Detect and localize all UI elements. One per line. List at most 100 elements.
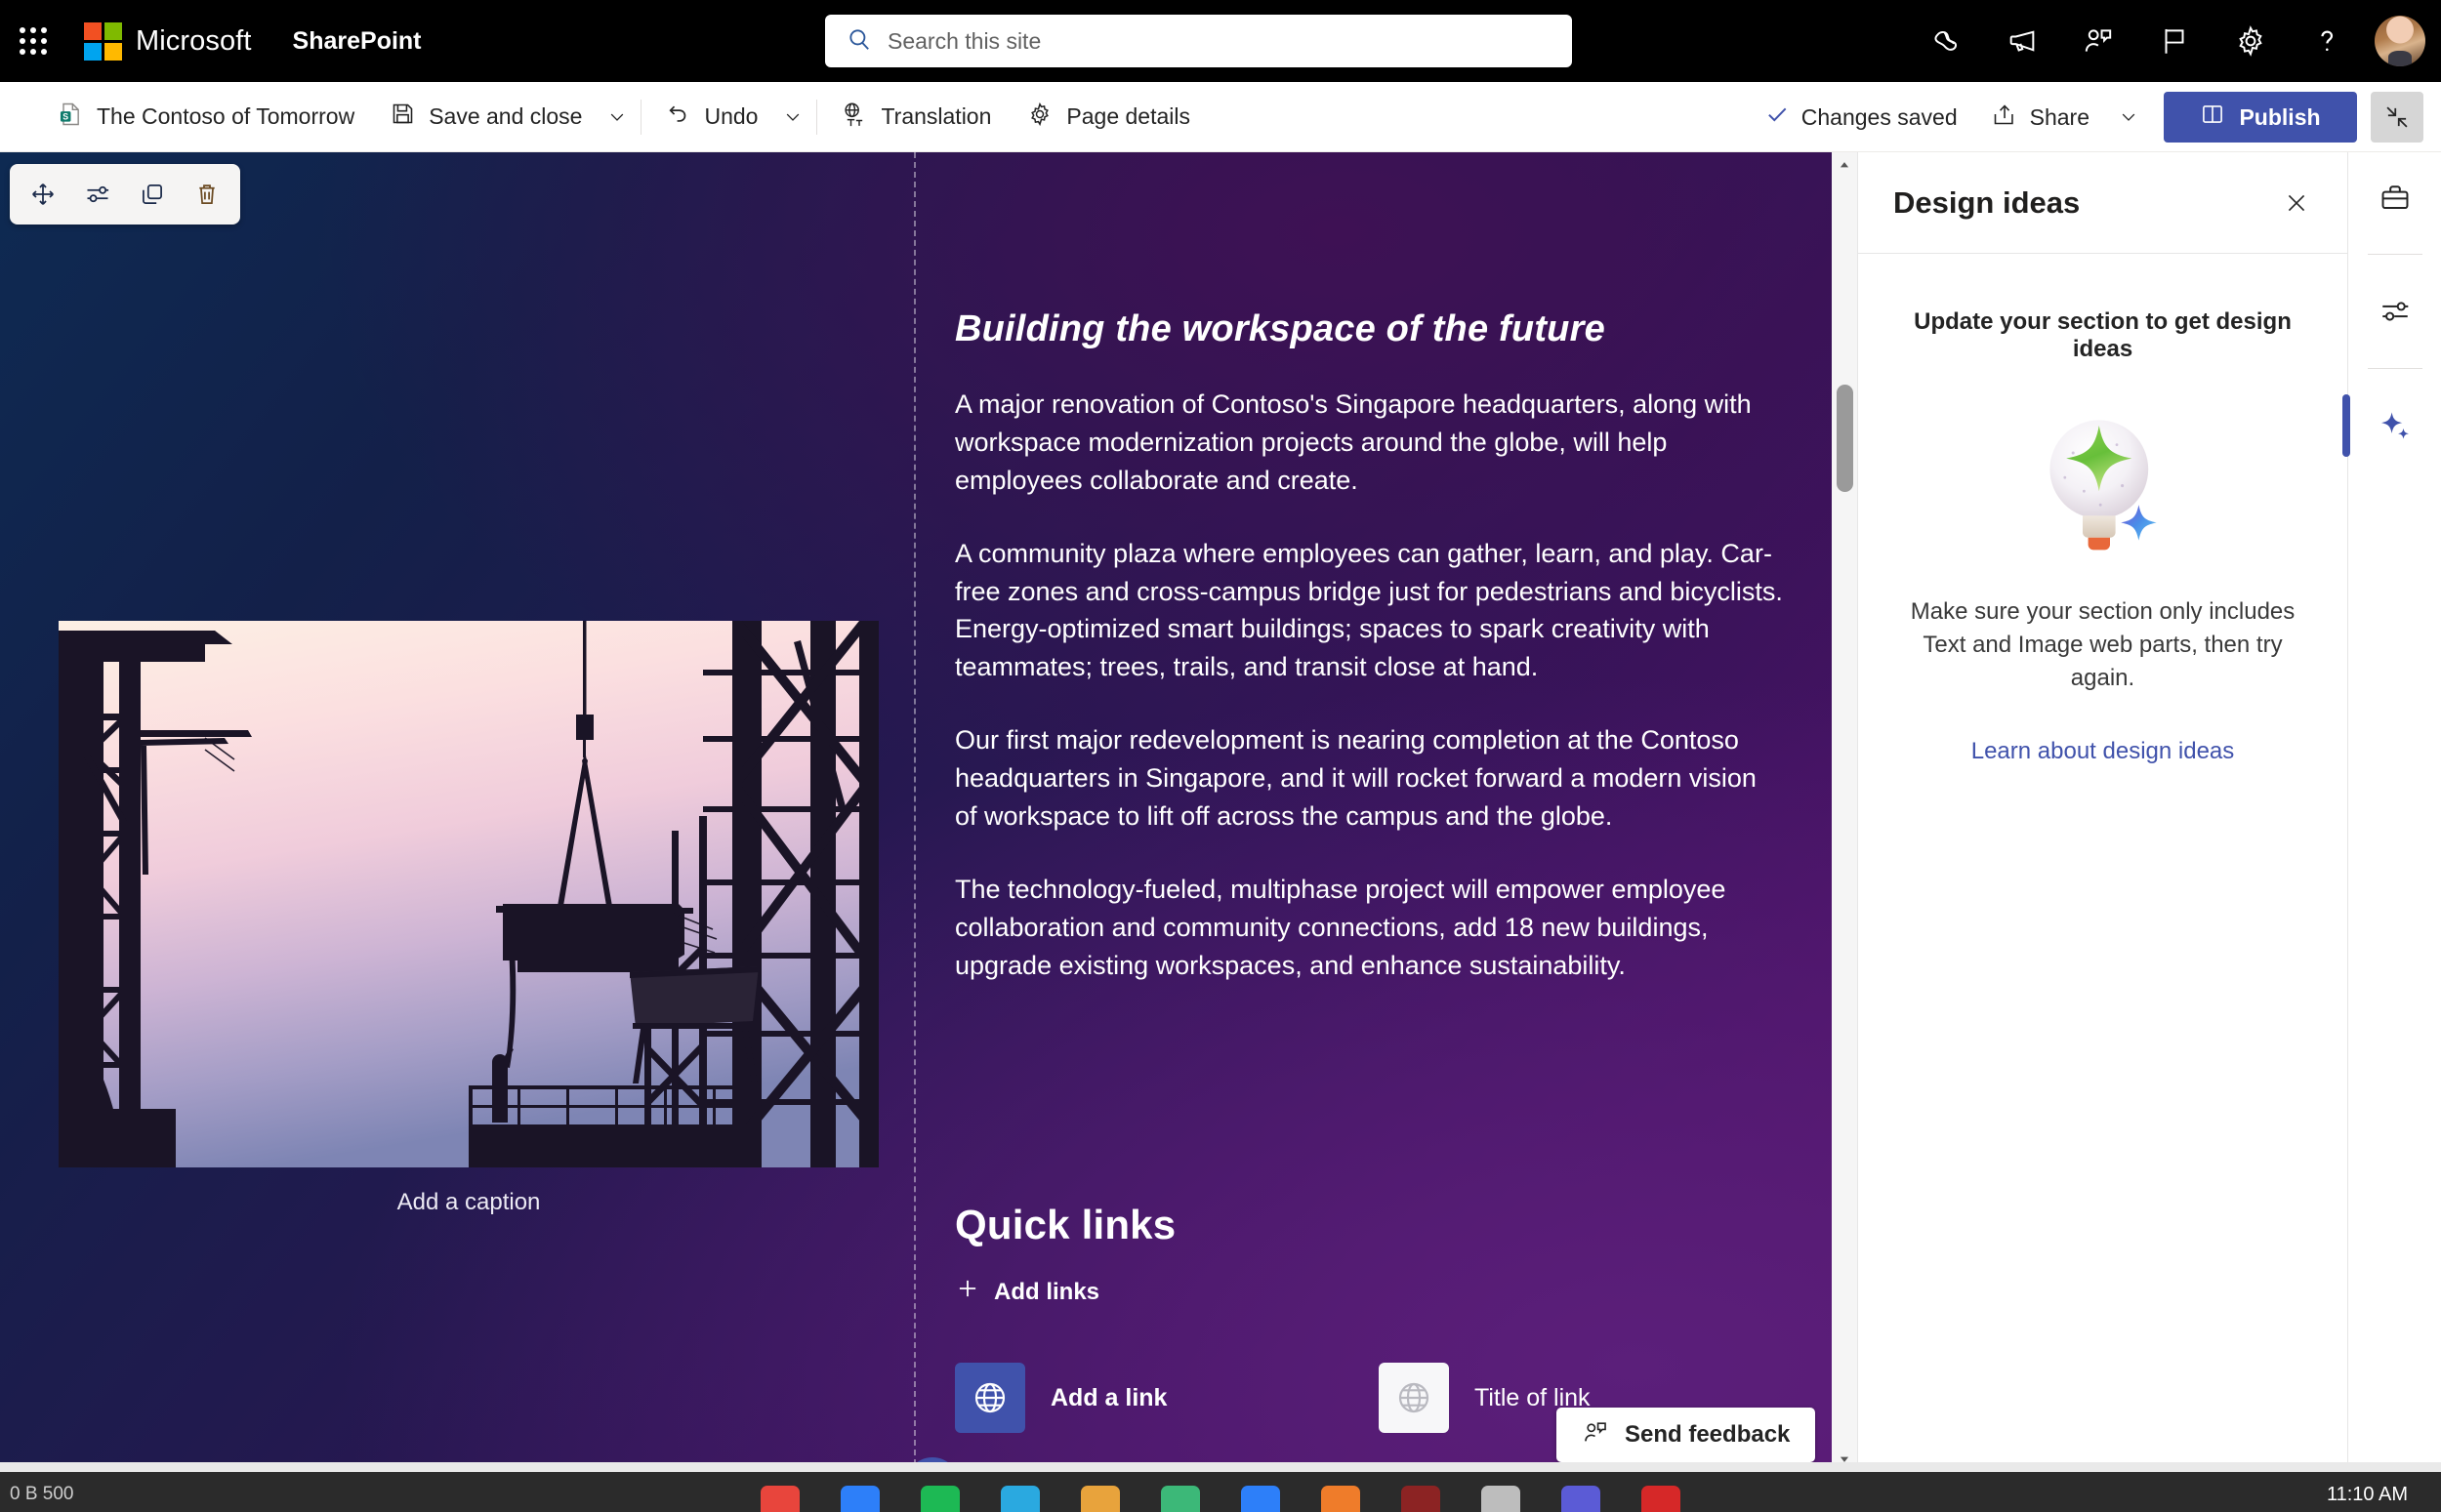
construction-photo (59, 621, 879, 1167)
text-paragraph: The technology-fueled, multiphase projec… (955, 874, 1726, 980)
page-bottom-edge (0, 1462, 2441, 1472)
taskbar-app-icon[interactable] (1321, 1486, 1360, 1512)
undo-icon (665, 101, 691, 133)
scrollbar-thumb[interactable] (1837, 385, 1853, 492)
help-icon[interactable] (2289, 0, 2365, 82)
brand-label: Microsoft (136, 24, 252, 57)
taskbar-app-icon[interactable] (1641, 1486, 1680, 1512)
avatar[interactable] (2375, 16, 2425, 66)
taskbar-app-icon[interactable] (761, 1486, 800, 1512)
send-feedback-label: Send feedback (1625, 1421, 1791, 1448)
share-icon (1991, 102, 2017, 134)
duplicate-web-part-button[interactable] (131, 173, 174, 216)
image-web-part[interactable]: Add a caption (59, 621, 879, 1216)
taskbar-clock[interactable]: 11:10 AM (2327, 1484, 2408, 1506)
copilot-icon[interactable] (1908, 0, 1984, 82)
delete-web-part-button[interactable] (186, 173, 228, 216)
taskbar-app-icon[interactable] (1561, 1486, 1600, 1512)
page-canvas: Add a caption Building the workspace of … (0, 152, 1857, 1472)
check-icon (1764, 102, 1790, 133)
windows-taskbar: 0 B 500 11:10 AM (0, 1472, 2441, 1512)
flag-icon[interactable] (2136, 0, 2213, 82)
app-name-label[interactable]: SharePoint (252, 27, 422, 56)
taskbar-icon-group (761, 1472, 1680, 1512)
taskbar-status-text: 0 B 500 (10, 1484, 74, 1504)
command-bar: S The Contoso of Tomorrow Save and close… (0, 82, 2441, 152)
share-options-chevron-down-icon[interactable] (2109, 91, 2148, 143)
text-paragraph: A major renovation of Contoso's Singapor… (955, 389, 1752, 495)
taskbar-app-icon[interactable] (921, 1486, 960, 1512)
scroll-up-arrow-icon[interactable] (1832, 152, 1857, 178)
taskbar-app-icon[interactable] (1001, 1486, 1040, 1512)
page-details-button[interactable]: Page details (1011, 91, 1206, 143)
taskbar-app-icon[interactable] (841, 1486, 880, 1512)
editor-right-rail (2342, 152, 2441, 1472)
edit-web-part-button[interactable] (76, 173, 119, 216)
collapse-ribbon-button[interactable] (2371, 92, 2423, 143)
rail-divider (2367, 368, 2422, 369)
sparkle-icon[interactable] (2342, 381, 2441, 470)
save-and-close-label: Save and close (429, 103, 583, 129)
save-icon (390, 101, 416, 133)
gear-icon[interactable] (2213, 0, 2289, 82)
taskbar-app-icon[interactable] (1481, 1486, 1520, 1512)
quick-link-item[interactable]: Add a link (955, 1363, 1379, 1433)
design-ideas-title: Design ideas (1893, 184, 2081, 220)
toolbox-icon[interactable] (2348, 152, 2441, 242)
globe-icon (955, 1363, 1025, 1433)
search-icon (847, 26, 872, 57)
publish-label: Publish (2239, 103, 2321, 130)
rail-divider (2367, 254, 2422, 255)
undo-button[interactable]: Undo (649, 91, 773, 143)
page-title-button[interactable]: S The Contoso of Tomorrow (41, 91, 370, 143)
save-options-chevron-down-icon[interactable] (598, 91, 637, 143)
text-heading: Building the workspace of the future (955, 308, 1605, 349)
page-details-label: Page details (1066, 103, 1190, 129)
share-label: Share (2029, 103, 2089, 130)
image-caption-input[interactable]: Add a caption (59, 1189, 879, 1216)
add-links-button[interactable]: Add links (955, 1276, 1814, 1308)
command-bar-right: Changes saved Share Publish (1755, 82, 2423, 152)
taskbar-app-icon[interactable] (1081, 1486, 1120, 1512)
save-and-close-button[interactable]: Save and close (374, 91, 598, 143)
microsoft-squares-icon (84, 21, 122, 61)
translation-button[interactable]: Translation (825, 91, 1007, 143)
taskbar-app-icon[interactable] (1401, 1486, 1440, 1512)
canvas-scrollbar[interactable] (1832, 152, 1857, 1472)
search-input[interactable]: Search this site (825, 15, 1572, 67)
taskbar-app-icon[interactable] (1161, 1486, 1200, 1512)
megaphone-icon[interactable] (1984, 0, 2060, 82)
quick-links-title: Quick links (955, 1202, 1177, 1247)
suite-icon-group (1908, 0, 2441, 82)
status-label: Changes saved (1800, 103, 1958, 130)
quick-link-label: Add a link (1051, 1383, 1168, 1411)
microsoft-logo[interactable]: Microsoft (66, 21, 252, 61)
waffle-icon (20, 27, 47, 55)
close-icon[interactable] (2273, 180, 2320, 226)
move-web-part-button[interactable] (21, 173, 64, 216)
search-placeholder: Search this site (888, 27, 1042, 54)
text-web-part[interactable]: Building the workspace of the future A m… (955, 308, 1785, 1019)
feedback-person-icon[interactable] (2060, 0, 2136, 82)
page-file-icon: S (57, 101, 84, 134)
add-links-label: Add links (994, 1278, 1100, 1305)
sliders-icon[interactable] (2348, 266, 2441, 356)
share-button[interactable]: Share (1975, 91, 2105, 143)
design-ideas-message: Make sure your section only includes Tex… (1910, 598, 2296, 692)
globe-icon (1379, 1363, 1449, 1433)
publish-button[interactable]: Publish (2164, 92, 2357, 143)
publish-icon (2200, 102, 2225, 133)
undo-options-chevron-down-icon[interactable] (773, 91, 812, 143)
design-ideas-lead: Update your section to get design ideas (1914, 308, 2292, 362)
translation-icon (841, 101, 868, 134)
design-ideas-header: Design ideas (1858, 152, 2347, 254)
learn-about-design-ideas-link[interactable]: Learn about design ideas (1897, 738, 2308, 765)
text-paragraph: A community plaza where employees can ga… (955, 538, 1783, 682)
send-feedback-button[interactable]: Send feedback (1556, 1408, 1816, 1462)
svg-text:S: S (62, 111, 68, 121)
lightbulb-sparkle-icon (2021, 398, 2185, 562)
taskbar-app-icon[interactable] (1241, 1486, 1280, 1512)
status-badge: Changes saved (1755, 102, 1967, 133)
text-paragraph: Our first major redevelopment is nearing… (955, 725, 1757, 831)
app-launcher-button[interactable] (0, 0, 66, 82)
